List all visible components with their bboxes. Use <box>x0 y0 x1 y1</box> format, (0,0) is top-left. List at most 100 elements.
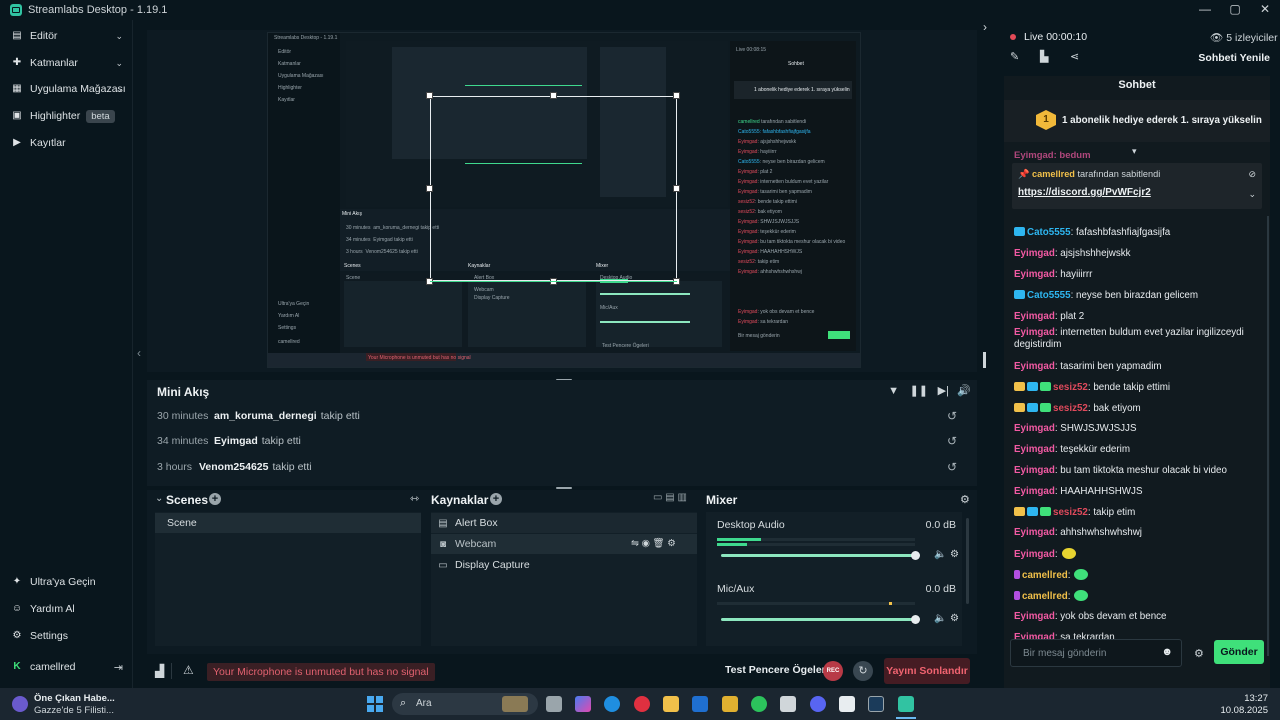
app-icon[interactable] <box>780 696 796 712</box>
unpin-icon[interactable]: ⊘ <box>1248 169 1256 180</box>
chat-username[interactable]: Eyimgad <box>1014 269 1055 280</box>
collapse-left-icon[interactable]: ‹ <box>137 346 141 360</box>
chat-username[interactable]: Cato5555 <box>1027 290 1071 301</box>
chat-scrollbar[interactable] <box>1267 216 1269 656</box>
task-view-icon[interactable] <box>546 696 562 712</box>
replay-buffer-button[interactable]: ↻ <box>853 661 873 681</box>
resize-handle[interactable] <box>550 92 557 99</box>
collapse-banner-icon[interactable]: ▾ <box>1132 146 1137 157</box>
mic-warning[interactable]: Your Microphone is unmuted but has no si… <box>207 663 435 681</box>
collapse-chat-icon[interactable]: › <box>983 20 987 34</box>
end-stream-button[interactable]: Yayını Sonlandır <box>884 658 970 684</box>
nav-item-editor[interactable]: ▤ Editör ⌄ <box>0 25 133 47</box>
chat-input[interactable]: Bir mesaj gönderin ☻ <box>1010 639 1182 667</box>
chat-username[interactable]: Eyimgad <box>1014 549 1055 560</box>
chat-username[interactable]: Eyimgad <box>1014 248 1055 259</box>
volume-knob[interactable] <box>911 551 920 560</box>
chat-username[interactable]: Eyimgad <box>1014 311 1055 322</box>
nav-item-help[interactable]: ☺ Yardım Al <box>0 598 133 620</box>
chat-window-icon[interactable]: ▙ <box>1040 50 1048 63</box>
add-source-button[interactable]: + <box>490 493 502 505</box>
skip-icon[interactable]: ▶| <box>938 384 949 397</box>
resize-handle[interactable] <box>426 92 433 99</box>
chevron-down-icon[interactable]: ⌄ <box>1248 189 1256 200</box>
file-explorer-icon[interactable] <box>663 696 679 712</box>
pinned-link[interactable]: https://discord.gg/PvWFcjr2 <box>1018 187 1151 198</box>
mixer-settings-icon[interactable]: ⚙ <box>960 493 970 506</box>
chat-settings-icon[interactable]: ⚙ <box>1194 647 1204 660</box>
windows-start-icon[interactable] <box>367 696 383 712</box>
channel-settings-icon[interactable]: ⚙ <box>950 549 959 560</box>
mute-icon[interactable]: 🔈 <box>934 613 946 624</box>
chat-username[interactable]: camellred <box>1022 570 1068 581</box>
source-toolbar-icons[interactable]: ▭ ▤ ▥ <box>653 492 687 503</box>
source-item[interactable]: ▭ Display Capture <box>431 555 697 575</box>
chat-username[interactable]: Eyimgad <box>1014 444 1055 455</box>
alert-icon[interactable]: ⚠ <box>183 663 194 677</box>
copilot-icon[interactable] <box>575 696 591 712</box>
replay-icon[interactable]: ↺ <box>947 409 957 423</box>
share-icon[interactable]: ⋖ <box>1070 50 1079 63</box>
chat-username[interactable]: Eyimgad <box>1014 423 1055 434</box>
chat-username[interactable]: Cato5555 <box>1027 227 1071 238</box>
nav-item-highlighter[interactable]: ▣ Highlighter beta <box>0 105 133 127</box>
chat-username[interactable]: Eyimgad <box>1014 486 1055 497</box>
close-icon[interactable]: ✕ <box>1250 0 1280 20</box>
scene-transitions-icon[interactable]: ⇿ <box>410 492 419 505</box>
maximize-icon[interactable]: ▢ <box>1220 0 1250 20</box>
chat-username[interactable]: Eyimgad <box>1014 611 1055 622</box>
emoji-icon[interactable]: ☻ <box>1161 646 1173 658</box>
pause-icon[interactable]: ❚❚ <box>910 384 928 397</box>
channel-settings-icon[interactable]: ⚙ <box>950 613 959 624</box>
chat-username[interactable]: sesiz52 <box>1053 507 1088 518</box>
news-title[interactable]: Öne Çıkan Habe... <box>34 693 115 704</box>
source-item[interactable]: ◙ Webcam ⇋ ◉ 🗑 ⚙ <box>431 534 697 554</box>
news-subtitle[interactable]: Gazze'de 5 Filisti... <box>34 705 114 716</box>
steam-icon[interactable] <box>868 696 884 712</box>
replay-icon[interactable]: ↺ <box>947 460 957 474</box>
gift-banner[interactable]: 1 1 abonelik hediye ederek 1. sıraya yük… <box>1004 100 1270 142</box>
resize-handle[interactable] <box>673 92 680 99</box>
volume-knob[interactable] <box>911 615 920 624</box>
mute-icon[interactable]: 🔈 <box>934 549 946 560</box>
notepad-icon[interactable] <box>839 696 855 712</box>
logout-icon[interactable]: ⇥ <box>114 661 123 674</box>
resize-handle[interactable] <box>426 185 433 192</box>
opera-icon[interactable] <box>634 696 650 712</box>
resize-handle[interactable] <box>673 185 680 192</box>
stats-icon[interactable]: ▟ <box>155 664 164 678</box>
taskbar-search[interactable]: ⌕ Ara <box>392 693 538 715</box>
edit-icon[interactable]: ✎ <box>1010 50 1019 63</box>
discord-icon[interactable] <box>810 696 826 712</box>
nav-item-layers[interactable]: ✚ Katmanlar ⌄ <box>0 52 133 74</box>
weather-news-icon[interactable] <box>12 696 28 712</box>
chat-username[interactable]: sesiz52 <box>1053 403 1088 414</box>
nav-item-store[interactable]: ▦ Uygulama Mağazası ⌄ <box>0 78 133 100</box>
source-selection-box[interactable] <box>430 96 677 281</box>
edge-icon[interactable] <box>604 696 620 712</box>
volume-slider[interactable] <box>721 618 916 621</box>
chat-username[interactable]: Eyimgad <box>1014 327 1055 338</box>
scrollbar[interactable] <box>966 518 969 604</box>
test-widgets-button[interactable]: Test Pencere Ögeleri <box>725 664 829 676</box>
chat-username[interactable]: Eyimgad <box>1014 361 1055 372</box>
source-actions-icons[interactable]: ⇋ ◉ 🗑 ⚙ <box>631 538 676 549</box>
stream-preview[interactable]: Streamlabs Desktop - 1.19.1 Editör Katma… <box>267 32 861 368</box>
source-item[interactable]: ▤ Alert Box <box>431 513 697 533</box>
chat-username[interactable]: Eyimgad <box>1014 527 1055 538</box>
add-scene-button[interactable]: + <box>209 493 221 505</box>
nav-item-recordings[interactable]: ▶ Kayıtlar <box>0 132 133 154</box>
outlook-icon[interactable] <box>692 696 708 712</box>
resize-handle[interactable] <box>983 352 986 368</box>
chevron-down-icon[interactable]: ⌄ <box>155 493 163 504</box>
send-button[interactable]: Gönder <box>1214 640 1264 664</box>
filter-icon[interactable]: ▼ <box>888 385 899 397</box>
splitter-handle[interactable] <box>556 487 572 489</box>
spotify-icon[interactable] <box>751 696 767 712</box>
volume-icon[interactable]: 🔊 <box>957 384 971 397</box>
nav-item-ultra[interactable]: ✦ Ultra'ya Geçin <box>0 571 133 593</box>
nav-item-account[interactable]: K camellred ⇥ <box>0 656 133 678</box>
nav-item-settings[interactable]: ⚙ Settings <box>0 625 133 647</box>
minimize-icon[interactable]: — <box>1190 0 1220 20</box>
chat-username[interactable]: sesiz52 <box>1053 382 1088 393</box>
